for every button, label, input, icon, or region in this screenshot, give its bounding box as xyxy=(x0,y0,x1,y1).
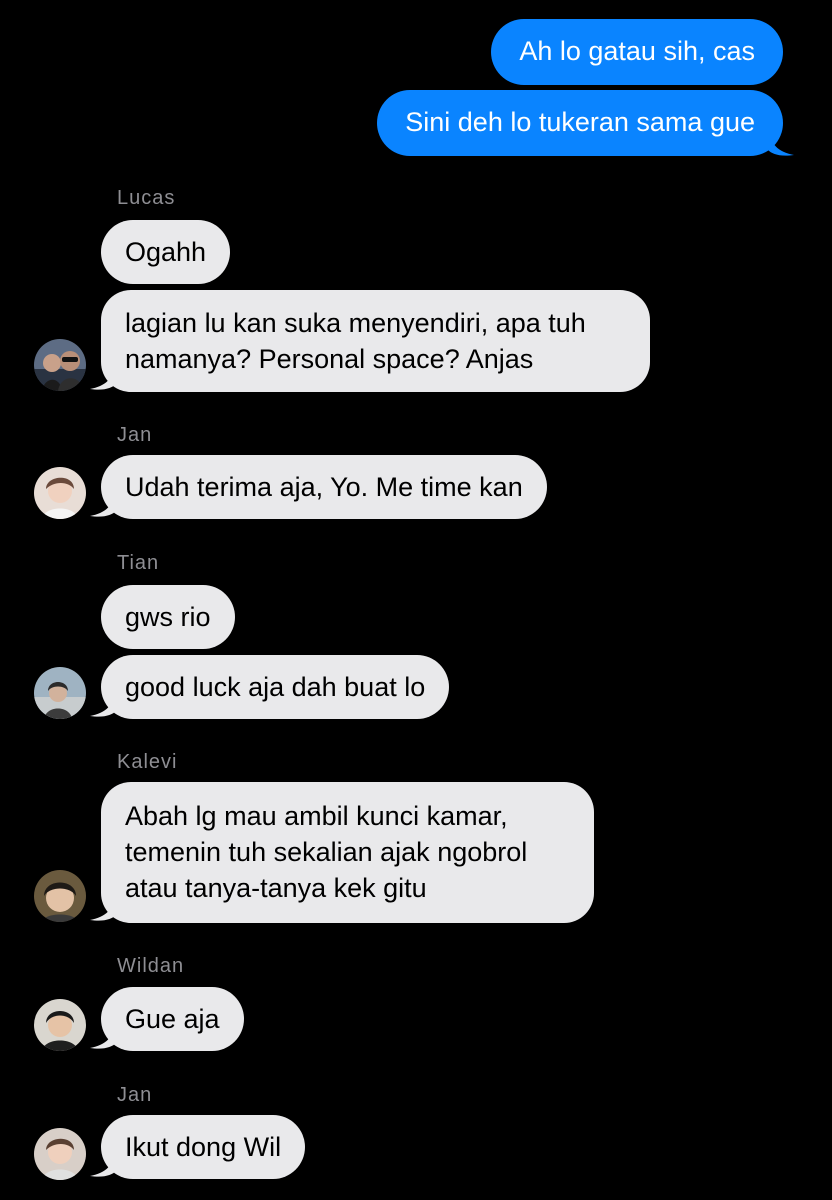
message-line: atau tanya-tanya kek gitu xyxy=(125,873,427,903)
message-line: lagian lu kan suka menyendiri, apa tuh xyxy=(125,308,586,338)
incoming-message[interactable]: Ogahh xyxy=(101,220,231,284)
message-text: Ikut dong Wil xyxy=(125,1132,282,1162)
outgoing-message[interactable]: Ah lo gatau sih, cas xyxy=(491,19,783,85)
avatar-icon[interactable] xyxy=(34,870,86,922)
sender-name: Kalevi xyxy=(117,751,178,773)
avatar-icon[interactable] xyxy=(34,999,86,1051)
incoming-bubble-tail xyxy=(90,1149,116,1177)
message-text: Ah lo gatau sih, cas xyxy=(519,36,755,66)
message-text: Sini deh lo tukeran sama gue xyxy=(405,107,755,137)
incoming-message[interactable]: good luck aja dah buat lo xyxy=(101,655,450,719)
avatar-icon[interactable] xyxy=(34,339,86,391)
avatar-icon[interactable] xyxy=(34,667,86,719)
outgoing-bubble-tail xyxy=(768,128,794,156)
incoming-message[interactable]: Gue aja xyxy=(101,987,244,1051)
message-text: gws rio xyxy=(125,602,211,632)
message-line: temenin tuh sekalian ajak ngobrol xyxy=(125,837,528,867)
message-text: Udah terima aja, Yo. Me time kan xyxy=(125,472,523,502)
message-line: namanya? Personal space? Anjas xyxy=(125,344,534,374)
message-text: Ogahh xyxy=(125,237,207,267)
sender-name: Lucas xyxy=(117,187,176,209)
incoming-bubble-tail xyxy=(90,893,116,921)
sender-name: Jan xyxy=(117,424,153,446)
message-text: good luck aja dah buat lo xyxy=(125,672,426,702)
message-text: Gue aja xyxy=(125,1004,220,1034)
avatar-icon[interactable] xyxy=(34,467,86,519)
incoming-bubble-tail xyxy=(90,689,116,717)
outgoing-message[interactable]: Sini deh lo tukeran sama gue xyxy=(377,90,783,156)
incoming-message[interactable]: Ikut dong Wil xyxy=(101,1115,306,1179)
incoming-message[interactable]: gws rio xyxy=(101,585,235,649)
incoming-message[interactable]: Abah lg mau ambil kunci kamar, temenin t… xyxy=(101,782,594,923)
avatar-icon[interactable] xyxy=(34,1128,86,1180)
incoming-bubble-tail xyxy=(90,489,116,517)
sender-name: Tian xyxy=(117,552,160,574)
message-line: Abah lg mau ambil kunci kamar, xyxy=(125,801,508,831)
incoming-message[interactable]: Udah terima aja, Yo. Me time kan xyxy=(101,455,547,519)
sender-name: Jan xyxy=(117,1084,153,1106)
incoming-bubble-tail xyxy=(90,362,116,390)
sender-name: Wildan xyxy=(117,955,185,977)
incoming-bubble-tail xyxy=(90,1021,116,1049)
incoming-message[interactable]: lagian lu kan suka menyendiri, apa tuh n… xyxy=(101,290,650,392)
